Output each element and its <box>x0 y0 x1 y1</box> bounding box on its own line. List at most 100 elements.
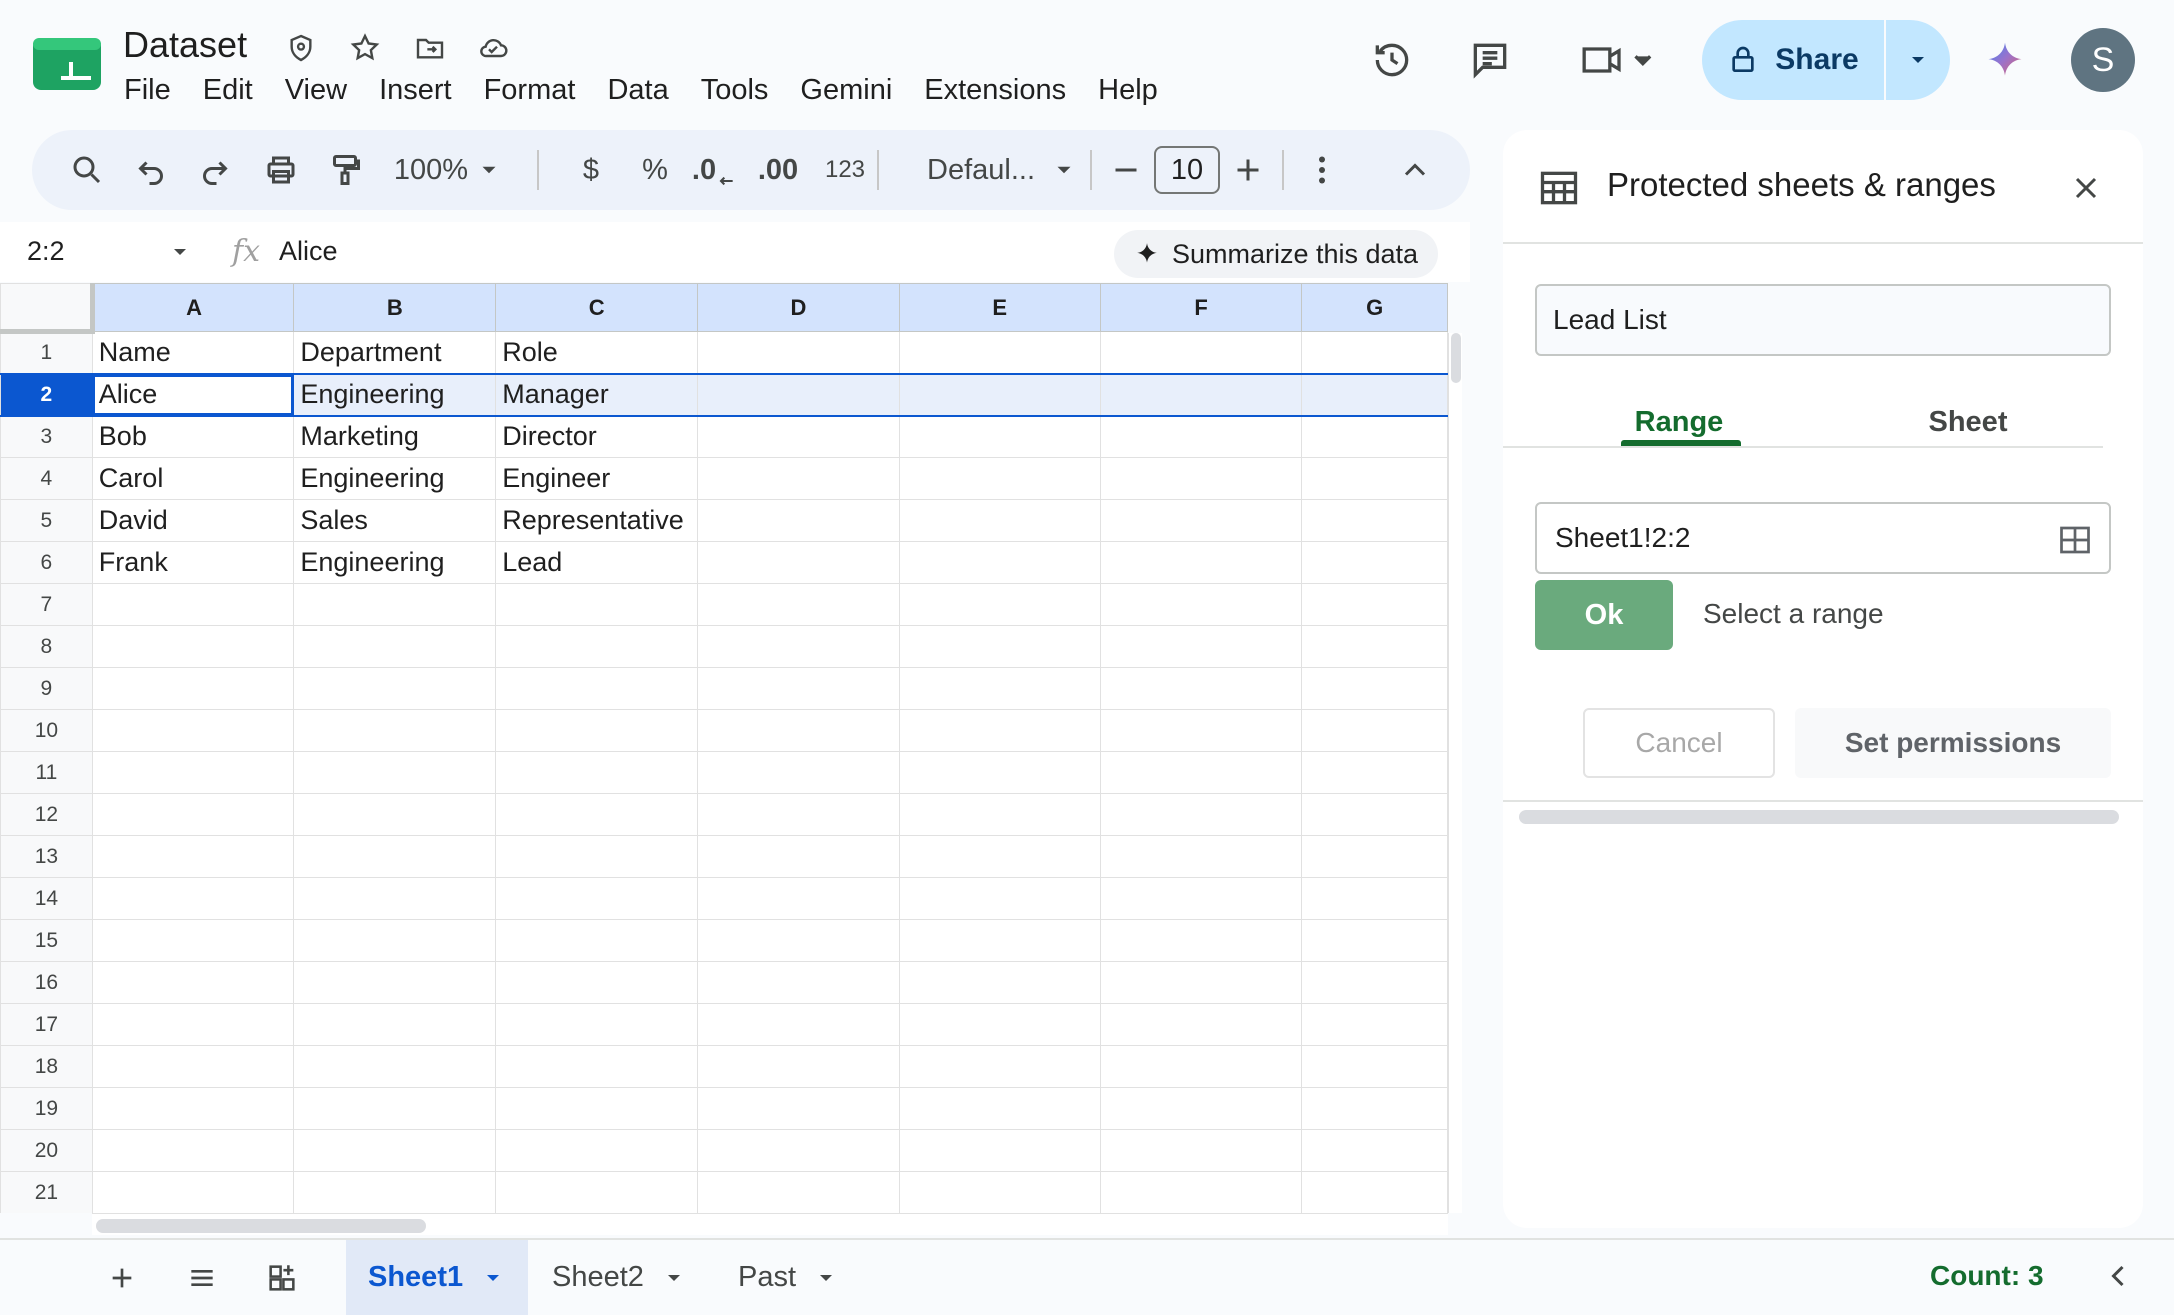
print-icon[interactable] <box>256 130 306 210</box>
cell[interactable]: Marketing <box>293 415 497 458</box>
cell[interactable] <box>697 1003 900 1046</box>
percent-format-button[interactable]: % <box>630 130 680 210</box>
undo-icon[interactable] <box>126 130 176 210</box>
cell[interactable] <box>898 751 1101 794</box>
cell[interactable] <box>697 667 900 710</box>
horizontal-scrollbar[interactable] <box>92 1213 1448 1235</box>
column-header-e[interactable]: E <box>898 283 1101 332</box>
cell[interactable]: Name <box>91 331 295 374</box>
tab-sheet[interactable]: Sheet <box>1903 392 2033 452</box>
cell[interactable] <box>495 793 699 836</box>
cell[interactable] <box>91 1171 295 1213</box>
row-header[interactable]: 7 <box>0 583 93 626</box>
cell[interactable] <box>293 583 497 626</box>
menu-gemini[interactable]: Gemini <box>784 70 908 114</box>
paint-format-icon[interactable] <box>320 130 370 210</box>
gemini-spark-icon[interactable] <box>1980 36 2030 86</box>
cell[interactable]: Lead <box>495 541 699 584</box>
range-input[interactable]: Sheet1!2:2 <box>1535 502 2111 574</box>
sheet-tab-sheet2[interactable]: Sheet2 <box>530 1240 708 1315</box>
share-button[interactable]: Share <box>1702 20 1884 100</box>
formula-input[interactable]: Alice <box>279 236 338 267</box>
cell[interactable]: Engineering <box>293 457 497 500</box>
cell[interactable] <box>1099 583 1303 626</box>
cell[interactable] <box>697 541 900 584</box>
cell[interactable] <box>1099 1045 1303 1088</box>
explore-icon[interactable] <box>258 1254 306 1302</box>
cell[interactable] <box>293 1087 497 1130</box>
cell[interactable] <box>1301 1045 1448 1088</box>
move-folder-icon[interactable] <box>410 28 450 68</box>
row-header[interactable]: 13 <box>0 835 93 878</box>
cell[interactable] <box>1301 961 1448 1004</box>
cell[interactable] <box>1099 331 1303 374</box>
cell[interactable] <box>1099 415 1303 458</box>
cell[interactable]: Alice <box>91 372 295 417</box>
meet-video-icon[interactable] <box>1574 36 1664 84</box>
cell[interactable] <box>1301 793 1448 836</box>
cell[interactable] <box>1301 667 1448 710</box>
cell[interactable] <box>697 751 900 794</box>
cell[interactable] <box>293 1171 497 1213</box>
cell[interactable]: Sales <box>293 499 497 542</box>
cell[interactable] <box>495 1087 699 1130</box>
cell[interactable] <box>293 625 497 668</box>
cell[interactable]: Carol <box>91 457 295 500</box>
menu-insert[interactable]: Insert <box>363 70 468 114</box>
cell[interactable] <box>697 625 900 668</box>
cell[interactable] <box>898 919 1101 962</box>
cell[interactable] <box>1301 1129 1448 1172</box>
row-header[interactable]: 5 <box>0 499 93 542</box>
row-header[interactable]: 15 <box>0 919 93 962</box>
cell[interactable]: David <box>91 499 295 542</box>
cell[interactable] <box>898 1045 1101 1088</box>
cell[interactable] <box>898 667 1101 710</box>
sheet-tab-sheet1[interactable]: Sheet1 <box>346 1240 528 1315</box>
increase-decimal-button[interactable]: .00 <box>746 130 810 210</box>
cell[interactable] <box>293 961 497 1004</box>
cell[interactable] <box>293 793 497 836</box>
cell[interactable] <box>697 709 900 752</box>
cell[interactable] <box>1099 625 1303 668</box>
row-header[interactable]: 17 <box>0 1003 93 1046</box>
cell[interactable] <box>1099 793 1303 836</box>
cell[interactable] <box>1099 1129 1303 1172</box>
cell[interactable] <box>1301 835 1448 878</box>
menu-file[interactable]: File <box>108 70 187 114</box>
cell[interactable] <box>91 625 295 668</box>
row-header[interactable]: 12 <box>0 793 93 836</box>
cell[interactable] <box>898 877 1101 920</box>
cell[interactable] <box>495 919 699 962</box>
cell[interactable] <box>91 667 295 710</box>
cell[interactable] <box>1099 961 1303 1004</box>
collapse-toolbar-icon[interactable] <box>1390 130 1440 210</box>
cell[interactable]: Manager <box>495 372 699 417</box>
cell[interactable] <box>898 372 1101 417</box>
row-header[interactable]: 4 <box>0 457 93 500</box>
cell[interactable] <box>293 667 497 710</box>
cell[interactable] <box>1301 709 1448 752</box>
cell[interactable] <box>898 331 1101 374</box>
cell[interactable] <box>293 1129 497 1172</box>
comments-icon[interactable] <box>1466 36 1514 84</box>
cell[interactable] <box>697 415 900 458</box>
column-header-d[interactable]: D <box>697 283 900 332</box>
cell[interactable] <box>697 961 900 1004</box>
vertical-scroll-thumb[interactable] <box>1451 333 1461 383</box>
cell[interactable] <box>91 877 295 920</box>
row-header[interactable]: 1 <box>0 331 93 374</box>
cell[interactable] <box>898 499 1101 542</box>
column-header-f[interactable]: F <box>1099 283 1303 332</box>
cancel-button[interactable]: Cancel <box>1583 708 1775 778</box>
cell[interactable] <box>293 709 497 752</box>
row-header[interactable]: 20 <box>0 1129 93 1172</box>
cell[interactable] <box>697 1087 900 1130</box>
decrease-font-size-icon[interactable] <box>1104 130 1148 210</box>
cell[interactable] <box>293 751 497 794</box>
cell[interactable]: Frank <box>91 541 295 584</box>
zoom-select[interactable]: 100% <box>388 130 508 210</box>
cell[interactable] <box>697 1171 900 1213</box>
cell[interactable]: Engineering <box>293 372 497 417</box>
cell[interactable] <box>91 793 295 836</box>
menu-data[interactable]: Data <box>591 70 684 114</box>
